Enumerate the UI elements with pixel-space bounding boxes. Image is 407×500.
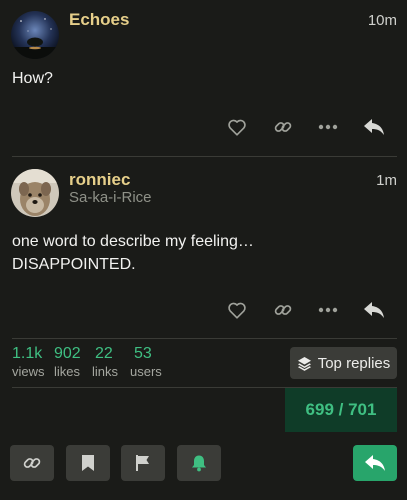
- post-actions: [0, 113, 407, 141]
- stat-users[interactable]: 53 users: [130, 344, 162, 380]
- user-title: Sa-ka-i-Rice: [69, 189, 152, 206]
- link-icon: [23, 458, 41, 468]
- flag-button[interactable]: [121, 445, 165, 481]
- post-body-line: DISAPPOINTED.: [12, 256, 136, 273]
- stat-links-value: 22: [95, 345, 113, 362]
- post-ronniec: ronniec Sa-ka-i-Rice 1m one word to desc…: [0, 157, 407, 339]
- reply-button[interactable]: [360, 296, 388, 324]
- reply-topic-button[interactable]: [353, 445, 397, 481]
- stat-links[interactable]: 22 links: [92, 344, 118, 380]
- post-time[interactable]: 10m: [368, 12, 397, 29]
- reply-arrow-icon: [364, 302, 384, 318]
- post-divider: [12, 338, 397, 339]
- reply-button[interactable]: [360, 113, 388, 141]
- reply-arrow-icon: [364, 119, 384, 135]
- like-button[interactable]: [223, 113, 251, 141]
- top-replies-label: Top replies: [317, 354, 391, 372]
- stat-users-label: users: [130, 364, 162, 379]
- ellipsis-icon: [318, 307, 338, 313]
- ellipsis-icon: [318, 124, 338, 130]
- stat-likes-value: 902: [54, 345, 81, 362]
- flag-icon: [136, 455, 149, 471]
- topic-progress[interactable]: 699 / 701: [285, 388, 397, 432]
- post-username[interactable]: ronniec: [69, 170, 130, 190]
- like-button[interactable]: [223, 296, 251, 324]
- bell-icon: [192, 455, 206, 472]
- stat-views-label: views: [12, 364, 45, 379]
- share-link-button[interactable]: [10, 445, 54, 481]
- link-icon: [274, 305, 292, 315]
- progress-count: 699 / 701: [305, 400, 377, 419]
- post-actions: [0, 296, 407, 324]
- avatar-image: [11, 11, 59, 59]
- avatar-echoes[interactable]: [11, 11, 59, 59]
- post-body-line: How?: [12, 70, 53, 87]
- reply-arrow-icon: [365, 455, 385, 471]
- avatar-ronniec[interactable]: [11, 169, 59, 217]
- bookmark-icon: [82, 455, 94, 471]
- stat-views: 1.1k views: [12, 344, 45, 380]
- more-button[interactable]: [314, 113, 342, 141]
- layers-icon: [297, 356, 311, 371]
- link-icon: [274, 122, 292, 132]
- top-replies-button[interactable]: Top replies: [290, 347, 397, 379]
- avatar-image: [11, 169, 59, 217]
- stat-users-value: 53: [134, 345, 152, 362]
- stat-likes-label: likes: [54, 364, 81, 379]
- heart-icon: [228, 119, 246, 136]
- copy-link-button[interactable]: [269, 113, 297, 141]
- post-body-line: one word to describe my feeling…: [12, 233, 254, 250]
- copy-link-button[interactable]: [269, 296, 297, 324]
- post-username[interactable]: Echoes: [69, 10, 129, 30]
- post-echoes: Echoes 10m How?: [0, 0, 407, 156]
- post-time[interactable]: 1m: [376, 172, 397, 189]
- more-button[interactable]: [314, 296, 342, 324]
- stat-views-value: 1.1k: [12, 345, 43, 362]
- bookmark-button[interactable]: [66, 445, 110, 481]
- stat-likes[interactable]: 902 likes: [54, 344, 81, 380]
- heart-icon: [228, 302, 246, 319]
- stat-links-label: links: [92, 364, 119, 379]
- notifications-button[interactable]: [177, 445, 221, 481]
